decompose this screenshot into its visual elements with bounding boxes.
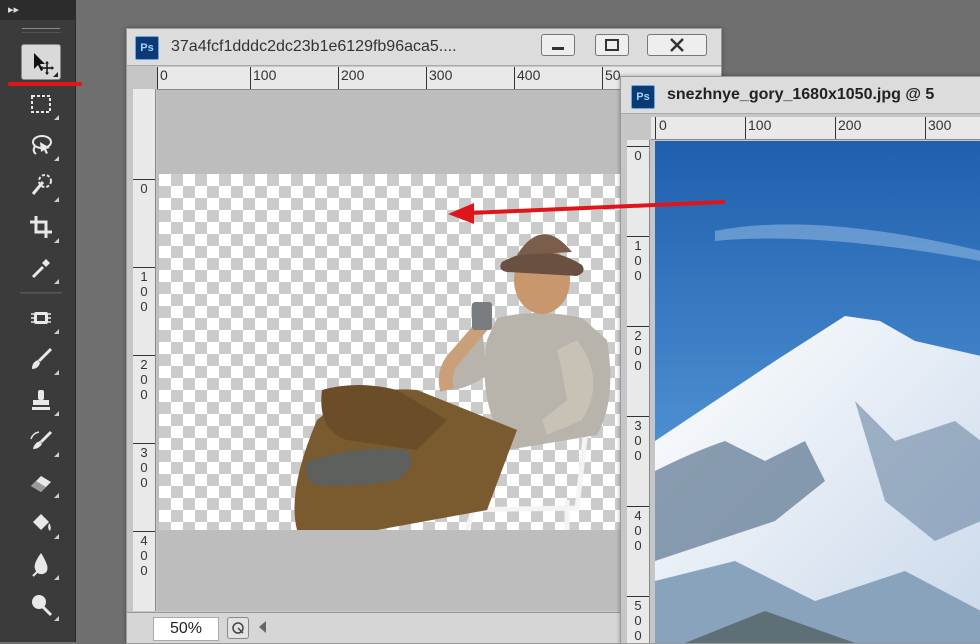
horizontal-ruler[interactable]: 0 100 200 300 (651, 117, 980, 140)
healing-brush-tool[interactable] (21, 300, 61, 336)
eraser-icon (31, 476, 51, 492)
move-tool[interactable] (21, 44, 61, 80)
quick-selection-icon (31, 174, 52, 195)
marquee-tool[interactable] (21, 86, 61, 122)
ruler-label: 1 0 0 (634, 238, 642, 283)
ruler-label: 0 (160, 67, 168, 83)
dodge-icon (32, 595, 53, 617)
stamp-icon (32, 390, 50, 410)
ruler-label: 100 (253, 67, 277, 83)
blur-tool[interactable] (21, 546, 61, 582)
collapse-panel-button[interactable]: ▸▸ (0, 0, 75, 20)
doc1-title: 37a4fcf1dddc2dc23b1e6129fb96aca5.... (171, 38, 457, 55)
ruler-label: 2 0 0 (140, 357, 148, 402)
history-brush-tool[interactable] (21, 423, 61, 459)
lasso-tool[interactable] (21, 127, 61, 163)
minimize-button[interactable] (541, 34, 575, 56)
ruler-label: 300 (429, 67, 453, 83)
ruler-label: 200 (838, 117, 862, 133)
crop-icon (30, 216, 52, 238)
dodge-tool[interactable] (21, 587, 61, 623)
photoshop-doc-icon: Ps (135, 36, 159, 60)
zoom-level-field[interactable]: 50% (153, 617, 219, 641)
doc1-titlebar[interactable]: Ps 37a4fcf1dddc2dc23b1e6129fb96aca5.... (127, 29, 721, 66)
doc2-title: snezhnye_gory_1680x1050.jpg @ 5 (667, 86, 935, 103)
eyedropper-tool[interactable] (21, 250, 61, 286)
brush-tool[interactable] (21, 341, 61, 377)
crop-tool[interactable] (21, 209, 61, 245)
move-icon (34, 53, 54, 75)
ruler-label: 0 (634, 148, 642, 163)
ruler-label: 3 0 0 (140, 445, 148, 490)
ruler-label: 100 (748, 117, 772, 133)
eyedropper-icon (31, 259, 50, 279)
ruler-label: 0 (659, 117, 667, 133)
brush-icon (32, 347, 53, 369)
maximize-icon (605, 39, 619, 51)
quick-selection-tool[interactable] (21, 168, 61, 204)
ruler-label: 3 0 0 (634, 418, 642, 463)
document-window-mountains[interactable]: Ps snezhnye_gory_1680x1050.jpg @ 5 0 100… (620, 76, 980, 644)
ruler-label: 5 0 0 (634, 598, 642, 643)
history-brush-icon (30, 430, 53, 449)
ruler-label: 50 (605, 67, 621, 83)
doc2-titlebar[interactable]: Ps snezhnye_gory_1680x1050.jpg @ 5 (621, 77, 980, 114)
scroll-left-icon[interactable] (259, 621, 266, 633)
ruler-label: 0 (140, 181, 148, 196)
photoshop-doc-icon: Ps (631, 85, 655, 109)
eraser-tool[interactable] (21, 464, 61, 500)
minimize-icon (552, 47, 564, 50)
bucket-icon (33, 514, 51, 531)
marquee-icon (31, 95, 51, 113)
ruler-label: 400 (517, 67, 541, 83)
lasso-icon (32, 135, 52, 155)
bandage-icon (31, 312, 51, 324)
clone-stamp-tool[interactable] (21, 382, 61, 418)
panel-grip[interactable] (22, 28, 60, 33)
ruler-label: 300 (928, 117, 952, 133)
vertical-ruler[interactable]: 0 1 0 0 2 0 0 3 0 0 4 0 0 (133, 89, 156, 611)
tools-panel: ▸▸ (0, 0, 82, 642)
close-icon (670, 38, 684, 52)
close-button[interactable] (647, 34, 707, 56)
blur-icon (32, 553, 48, 577)
ruler-label: 4 0 0 (140, 533, 148, 578)
doc2-canvas-area[interactable] (655, 141, 980, 643)
mountain-photo[interactable] (655, 141, 980, 643)
paint-bucket-tool[interactable] (21, 505, 61, 541)
ruler-label: 2 0 0 (634, 328, 642, 373)
ruler-label: 200 (341, 67, 365, 83)
doc-info-button[interactable] (227, 617, 249, 639)
ruler-label: 1 0 0 (140, 269, 148, 314)
vertical-ruler[interactable]: 0 1 0 0 2 0 0 3 0 0 4 0 0 5 0 0 (627, 140, 650, 643)
ruler-label: 4 0 0 (634, 508, 642, 553)
info-arrow-icon (232, 622, 244, 634)
maximize-button[interactable] (595, 34, 629, 56)
